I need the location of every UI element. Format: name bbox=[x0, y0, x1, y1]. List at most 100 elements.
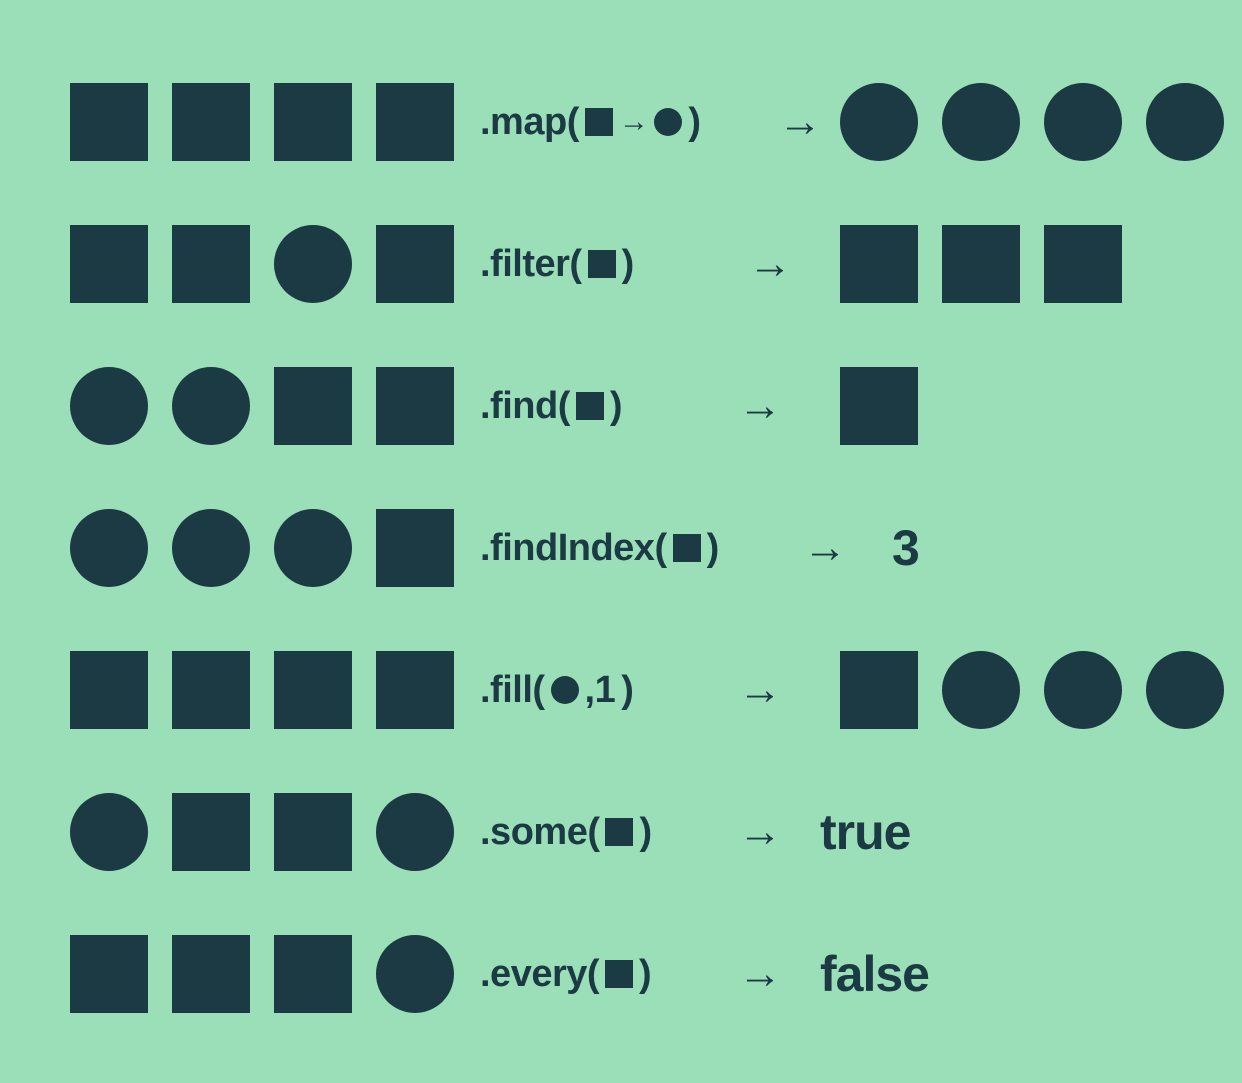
arg-square-icon bbox=[605, 818, 633, 846]
arg-circle-icon bbox=[551, 676, 579, 704]
method-label: .every() bbox=[480, 953, 700, 996]
method-prefix: .some( bbox=[480, 811, 599, 854]
input-circle-icon bbox=[172, 367, 250, 445]
row-fill: .fill( ,1 ) → bbox=[70, 648, 1172, 732]
arg-square-icon bbox=[576, 392, 604, 420]
input-square-icon bbox=[376, 83, 454, 161]
array-methods-diagram: .map(→)→.filter()→.find()→.findIndex()→3… bbox=[70, 80, 1172, 1016]
input-circle-icon bbox=[70, 367, 148, 445]
method-suffix: ) bbox=[610, 385, 622, 428]
input-square-icon bbox=[274, 935, 352, 1013]
input-square-icon bbox=[172, 651, 250, 729]
row-findIndex: .findIndex()→3 bbox=[70, 506, 1172, 590]
arg-square-icon bbox=[605, 960, 633, 988]
output: true bbox=[820, 803, 910, 861]
input-square-icon bbox=[274, 367, 352, 445]
arg-square-icon bbox=[588, 250, 616, 278]
input-array bbox=[70, 651, 480, 729]
output: 3 bbox=[870, 519, 919, 577]
input-array bbox=[70, 509, 480, 587]
input-array bbox=[70, 225, 480, 303]
arg-arrow-icon: → bbox=[619, 105, 649, 139]
input-square-icon bbox=[70, 935, 148, 1013]
input-square-icon bbox=[274, 83, 352, 161]
method-suffix: ) bbox=[688, 101, 700, 144]
method-label: .findIndex() bbox=[480, 527, 780, 570]
result-arrow-icon: → bbox=[780, 523, 870, 573]
method-suffix: ) bbox=[621, 669, 633, 712]
input-square-icon bbox=[172, 83, 250, 161]
result-arrow-icon: → bbox=[700, 949, 820, 999]
input-circle-icon bbox=[376, 935, 454, 1013]
output-text: false bbox=[820, 945, 929, 1003]
input-circle-icon bbox=[70, 793, 148, 871]
output-circle-icon bbox=[1146, 651, 1224, 729]
output-square-icon bbox=[840, 367, 918, 445]
row-find: .find()→ bbox=[70, 364, 1172, 448]
input-circle-icon bbox=[274, 225, 352, 303]
row-every: .every()→false bbox=[70, 932, 1172, 1016]
input-circle-icon bbox=[376, 793, 454, 871]
input-square-icon bbox=[376, 509, 454, 587]
input-circle-icon bbox=[70, 509, 148, 587]
output-circle-icon bbox=[942, 83, 1020, 161]
method-prefix: .find( bbox=[480, 385, 570, 428]
input-array bbox=[70, 367, 480, 445]
input-square-icon bbox=[70, 225, 148, 303]
method-prefix: .findIndex( bbox=[480, 527, 667, 570]
input-square-icon bbox=[172, 225, 250, 303]
input-circle-icon bbox=[172, 509, 250, 587]
input-square-icon bbox=[376, 225, 454, 303]
method-suffix: ) bbox=[639, 811, 651, 854]
method-prefix: .every( bbox=[480, 953, 599, 996]
output-text: true bbox=[820, 803, 910, 861]
output-circle-icon bbox=[942, 651, 1020, 729]
method-label: .fill( ,1 ) bbox=[480, 669, 680, 712]
input-array bbox=[70, 935, 480, 1013]
output-circle-icon bbox=[1146, 83, 1224, 161]
method-label: .find() bbox=[480, 385, 680, 428]
output bbox=[840, 367, 918, 445]
result-arrow-icon: → bbox=[680, 665, 840, 715]
method-label: .some() bbox=[480, 811, 700, 854]
method-prefix: .fill( bbox=[480, 669, 545, 712]
input-circle-icon bbox=[274, 509, 352, 587]
method-label: .map( →) bbox=[480, 101, 760, 144]
row-some: .some()→true bbox=[70, 790, 1172, 874]
input-square-icon bbox=[376, 367, 454, 445]
input-array bbox=[70, 793, 480, 871]
arg-text: ,1 bbox=[585, 669, 616, 712]
method-label: .filter() bbox=[480, 243, 700, 286]
result-arrow-icon: → bbox=[760, 97, 840, 147]
arg-circle-icon bbox=[654, 108, 682, 136]
input-square-icon bbox=[70, 651, 148, 729]
output bbox=[840, 225, 1122, 303]
output-text: 3 bbox=[892, 519, 919, 577]
output-circle-icon bbox=[1044, 651, 1122, 729]
input-square-icon bbox=[172, 935, 250, 1013]
output-square-icon bbox=[1044, 225, 1122, 303]
input-square-icon bbox=[172, 793, 250, 871]
result-arrow-icon: → bbox=[700, 807, 820, 857]
method-suffix: ) bbox=[622, 243, 634, 286]
method-suffix: ) bbox=[639, 953, 651, 996]
output-circle-icon bbox=[840, 83, 918, 161]
output-circle-icon bbox=[1044, 83, 1122, 161]
input-square-icon bbox=[274, 793, 352, 871]
method-prefix: .map( bbox=[480, 101, 579, 144]
arg-square-icon bbox=[673, 534, 701, 562]
result-arrow-icon: → bbox=[700, 239, 840, 289]
input-square-icon bbox=[274, 651, 352, 729]
output-square-icon bbox=[840, 225, 918, 303]
output-square-icon bbox=[942, 225, 1020, 303]
output-square-icon bbox=[840, 651, 918, 729]
method-prefix: .filter( bbox=[480, 243, 582, 286]
output bbox=[840, 651, 1224, 729]
method-suffix: ) bbox=[707, 527, 719, 570]
input-square-icon bbox=[376, 651, 454, 729]
input-square-icon bbox=[70, 83, 148, 161]
row-map: .map( →) → bbox=[70, 80, 1172, 164]
output bbox=[840, 83, 1224, 161]
input-array bbox=[70, 83, 480, 161]
output: false bbox=[820, 945, 929, 1003]
